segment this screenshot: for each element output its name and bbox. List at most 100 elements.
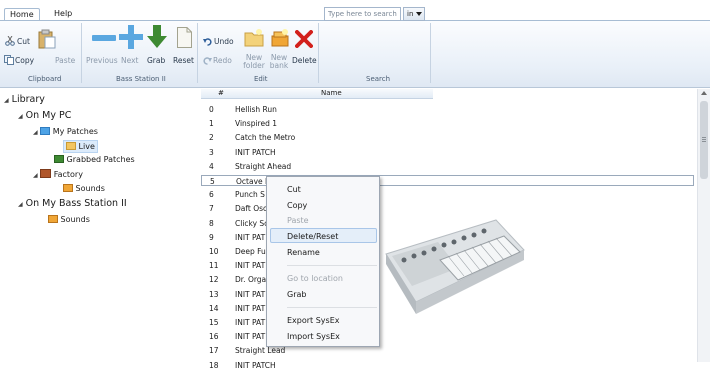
paste-icon: [38, 29, 56, 49]
bank-icon: [63, 184, 73, 192]
search-input[interactable]: Type here to search: [324, 7, 401, 21]
tree-item-on-my-bass-station[interactable]: ◢ On My Bass Station II: [18, 198, 127, 209]
menu-item-export-sysex[interactable]: Export SysEx: [287, 316, 340, 325]
copy-icon: [4, 55, 15, 65]
reset-button[interactable]: Reset: [173, 56, 194, 65]
list-item[interactable]: 1 Vinspired 1: [201, 118, 694, 129]
patch-name: INIT PAT: [235, 290, 266, 299]
column-header-number[interactable]: #: [218, 89, 224, 97]
tree-label: Factory: [53, 170, 83, 179]
list-item[interactable]: 4 Straight Ahead: [201, 161, 694, 172]
ribbon-divider: [197, 23, 198, 83]
tree-label: Grabbed Patches: [66, 155, 135, 164]
tree-item-live[interactable]: Live: [63, 140, 98, 153]
list-item[interactable]: 3 INIT PATCH: [201, 147, 694, 158]
ribbon-divider: [81, 23, 82, 83]
column-header-name[interactable]: Name: [321, 89, 342, 97]
new-bank-icon: [270, 28, 290, 48]
scroll-up-icon[interactable]: [701, 91, 707, 95]
list-header[interactable]: # Name: [201, 89, 433, 99]
search-scope-dropdown[interactable]: in: [403, 7, 425, 21]
patch-name: Catch the Metro: [235, 133, 296, 142]
tree-label: Live: [78, 142, 95, 151]
patch-name: Octave L: [236, 177, 270, 186]
grab-arrow-icon: [147, 25, 167, 49]
patch-number: 16: [209, 332, 219, 341]
patch-number: 3: [209, 148, 214, 157]
previous-button[interactable]: Previous: [86, 56, 118, 65]
menu-item-rename[interactable]: Rename: [287, 248, 320, 257]
ribbon-divider: [318, 23, 319, 83]
bass-station-group-label: Bass Station II: [116, 75, 166, 83]
expand-caret-icon: ◢: [18, 113, 23, 120]
patch-name: INIT PAT: [235, 332, 266, 341]
bank-icon: [48, 215, 58, 223]
patch-number: 10: [209, 247, 219, 256]
patch-name: INIT PAT: [235, 233, 266, 242]
patch-name: Dr. Orga: [235, 275, 267, 284]
context-menu: Cut Copy Paste Delete/Reset Rename Go to…: [266, 176, 380, 347]
menu-item-delete-reset[interactable]: Delete/Reset: [287, 232, 338, 241]
redo-icon: [203, 56, 212, 65]
tree-label: On My PC: [25, 110, 72, 121]
tree-label: My Patches: [52, 127, 98, 136]
expand-caret-icon: ◢: [18, 201, 23, 208]
new-bank-button[interactable]: New bank: [268, 54, 290, 70]
menu-item-copy[interactable]: Copy: [287, 201, 307, 210]
tree-item-factory[interactable]: ◢ Factory: [33, 169, 83, 179]
ribbon-divider: [430, 23, 431, 83]
patch-number: 1: [209, 119, 214, 128]
menu-item-import-sysex[interactable]: Import SysEx: [287, 332, 340, 341]
patch-number: 15: [209, 318, 219, 327]
grab-button[interactable]: Grab: [147, 56, 165, 65]
new-folder-button[interactable]: New folder: [242, 54, 266, 70]
patch-name: Deep Fu: [235, 247, 266, 256]
tree-item-my-patches[interactable]: ◢ My Patches: [33, 127, 98, 136]
menu-item-go-to-location[interactable]: Go to location: [287, 274, 343, 283]
grab-folder-icon: [54, 155, 64, 163]
library-tree: [0, 89, 196, 362]
menu-item-paste[interactable]: Paste: [287, 216, 309, 225]
folder-icon: [40, 127, 51, 135]
patch-number: 11: [209, 261, 219, 270]
chevron-down-icon: [416, 12, 422, 16]
next-button[interactable]: Next: [121, 56, 138, 65]
patch-name: INIT PAT: [235, 304, 266, 313]
minus-icon: [92, 31, 116, 45]
search-scope-value: in: [407, 10, 414, 18]
patch-name: INIT PAT: [235, 261, 266, 270]
patch-number: 17: [209, 346, 219, 355]
factory-icon: [40, 169, 52, 178]
reset-page-icon: [177, 27, 192, 48]
menu-item-cut[interactable]: Cut: [287, 185, 301, 194]
delete-button[interactable]: Delete: [292, 56, 317, 65]
list-item[interactable]: 0 Hellish Run: [201, 104, 694, 115]
tree-item-library[interactable]: ◢ Library: [4, 94, 45, 105]
patch-number: 9: [209, 233, 214, 242]
vertical-scrollbar[interactable]: [697, 89, 710, 362]
patch-number: 2: [209, 133, 214, 142]
scroll-thumb[interactable]: [700, 101, 708, 179]
menu-item-grab[interactable]: Grab: [287, 290, 306, 299]
tree-item-bs-sounds[interactable]: Sounds: [48, 215, 90, 224]
patch-number: 7: [209, 204, 214, 213]
patch-number: 14: [209, 304, 219, 313]
patch-name: Daft Osc: [235, 204, 268, 213]
patch-name: Punch S: [235, 190, 265, 199]
new-folder-icon: [244, 28, 264, 48]
edit-group-label: Edit: [254, 75, 268, 83]
paste-button[interactable]: Paste: [55, 56, 75, 65]
patch-number: 4: [209, 162, 214, 171]
patch-number: 12: [209, 275, 219, 284]
patch-name: Vinspired 1: [235, 119, 278, 128]
plus-icon: [119, 24, 143, 50]
delete-icon: [295, 30, 313, 48]
undo-label: Undo: [214, 37, 234, 46]
tree-item-on-my-pc[interactable]: ◢ On My PC: [18, 110, 71, 121]
patch-name: INIT PATCH: [235, 148, 276, 157]
expand-caret-icon: ◢: [33, 172, 38, 179]
list-item[interactable]: 2 Catch the Metro: [201, 132, 694, 143]
tree-item-factory-sounds[interactable]: Sounds: [63, 184, 105, 193]
patch-name: Straight Ahead: [235, 162, 292, 171]
tree-item-grabbed-patches[interactable]: Grabbed Patches: [54, 155, 135, 164]
